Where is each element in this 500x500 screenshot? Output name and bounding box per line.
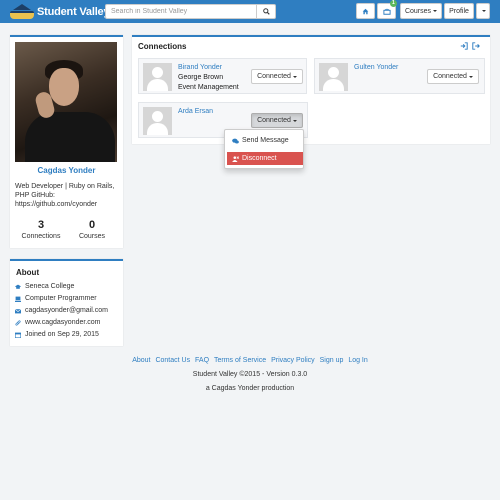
send-message-item[interactable]: Send Message xyxy=(227,134,303,147)
footer-link-login[interactable]: Log In xyxy=(348,357,367,364)
brand-name: Student Valley xyxy=(37,6,110,18)
about-item-joined: Joined on Sep 29, 2015 xyxy=(15,331,99,338)
footer-credit: a Cagdas Yonder production xyxy=(205,385,295,392)
profile-bio: Web Developer | Ruby on Rails, PHP GitHu… xyxy=(15,183,115,208)
brand-link[interactable]: Student Valley xyxy=(10,3,110,21)
menu-item-label: Disconnect xyxy=(242,155,277,162)
about-card: About Seneca College Computer Programmer… xyxy=(10,259,123,346)
stat-value: 3 xyxy=(37,219,45,231)
about-item-email: cagdasyonder@gmail.com xyxy=(15,307,108,314)
link-icon xyxy=(15,320,21,325)
button-label: Connected xyxy=(257,117,291,124)
about-item-school: Seneca College xyxy=(15,283,74,290)
courses-label: Courses xyxy=(404,7,432,15)
search-form xyxy=(105,4,276,19)
avatar[interactable] xyxy=(143,107,172,135)
connection-program: Event Management xyxy=(178,84,239,91)
about-text[interactable]: www.cagdasyonder.com xyxy=(25,319,100,326)
connection-card: Gulten Yonder Connected xyxy=(314,58,485,94)
about-text[interactable]: cagdasyonder@gmail.com xyxy=(25,307,108,314)
chevron-down-icon xyxy=(433,10,438,12)
footer-link-terms[interactable]: Terms of Service xyxy=(214,357,266,364)
notifications-button[interactable]: 1 xyxy=(377,0,397,19)
profile-name[interactable]: Cagdas Yonder xyxy=(10,166,123,175)
calendar-icon xyxy=(15,332,21,338)
connected-dropdown-button[interactable]: Connected xyxy=(251,113,303,128)
courses-stat[interactable]: 0 Courses xyxy=(67,219,117,240)
search-button[interactable] xyxy=(256,4,276,19)
avatar[interactable] xyxy=(143,63,172,91)
user-times-icon xyxy=(232,155,239,162)
about-text: Seneca College xyxy=(25,283,75,290)
comments-icon xyxy=(232,138,239,143)
connections-card: Connections Birand Yonder George Brown E… xyxy=(132,35,490,144)
connection-name[interactable]: Arda Ersan xyxy=(178,108,213,115)
courses-dropdown[interactable]: Courses xyxy=(400,3,442,19)
stat-label: Courses xyxy=(78,233,106,240)
connections-title: Connections xyxy=(138,42,187,51)
graduation-cap-icon xyxy=(15,284,21,289)
profile-card: Cagdas Yonder Web Developer | Ruby on Ra… xyxy=(10,35,123,248)
connection-name[interactable]: Gulten Yonder xyxy=(354,64,398,71)
chevron-down-icon xyxy=(482,10,486,12)
logo-icon xyxy=(10,4,34,20)
connection-dropdown-menu: Send Message Disconnect xyxy=(224,129,304,169)
profile-button[interactable]: Profile xyxy=(444,3,474,19)
button-label: Connected xyxy=(433,73,467,80)
about-item-job: Computer Programmer xyxy=(15,295,97,302)
navbar: Student Valley 1 Courses Profile xyxy=(0,0,500,23)
about-text: Computer Programmer xyxy=(25,295,97,302)
stat-value: 0 xyxy=(88,219,96,231)
chevron-down-icon xyxy=(292,119,297,122)
search-icon xyxy=(262,8,270,15)
stat-label: Connections xyxy=(21,233,61,240)
about-text: Joined on Sep 29, 2015 xyxy=(25,331,99,338)
connected-dropdown-button[interactable]: Connected xyxy=(251,69,303,84)
envelope-icon xyxy=(15,308,21,313)
footer-links: About Contact Us FAQ Terms of Service Pr… xyxy=(0,357,500,364)
disconnect-item[interactable]: Disconnect xyxy=(227,152,303,165)
about-item-website: www.cagdasyonder.com xyxy=(15,319,100,326)
footer-link-about[interactable]: About xyxy=(132,357,150,364)
profile-label: Profile xyxy=(449,7,469,15)
home-icon xyxy=(362,8,369,14)
about-title: About xyxy=(16,268,40,277)
avatar xyxy=(15,42,117,162)
notification-badge: 1 xyxy=(390,0,397,7)
search-input[interactable] xyxy=(105,4,257,19)
home-button[interactable] xyxy=(356,3,375,19)
chevron-down-icon xyxy=(468,75,473,78)
footer-link-privacy[interactable]: Privacy Policy xyxy=(271,357,315,364)
connected-dropdown-button[interactable]: Connected xyxy=(427,69,479,84)
footer-link-contact[interactable]: Contact Us xyxy=(155,357,190,364)
button-label: Connected xyxy=(257,73,291,80)
connection-name[interactable]: Birand Yonder xyxy=(178,64,222,71)
connections-tools xyxy=(460,42,480,50)
profile-menu-toggle[interactable] xyxy=(476,3,490,19)
sign-in-icon[interactable] xyxy=(460,42,468,50)
chevron-down-icon xyxy=(292,75,297,78)
footer-link-signup[interactable]: Sign up xyxy=(320,357,344,364)
connection-card: Birand Yonder George Brown Event Managem… xyxy=(138,58,307,94)
footer-link-faq[interactable]: FAQ xyxy=(195,357,209,364)
avatar[interactable] xyxy=(319,63,348,91)
menu-item-label: Send Message xyxy=(242,137,289,144)
connections-stat[interactable]: 3 Connections xyxy=(16,219,66,240)
footer-copyright: Student Valley ©2015 - Version 0.3.0 xyxy=(192,371,308,378)
notification-icon xyxy=(382,8,391,15)
sign-out-icon[interactable] xyxy=(472,42,480,50)
connection-school: George Brown xyxy=(178,74,224,81)
laptop-icon xyxy=(15,296,21,302)
